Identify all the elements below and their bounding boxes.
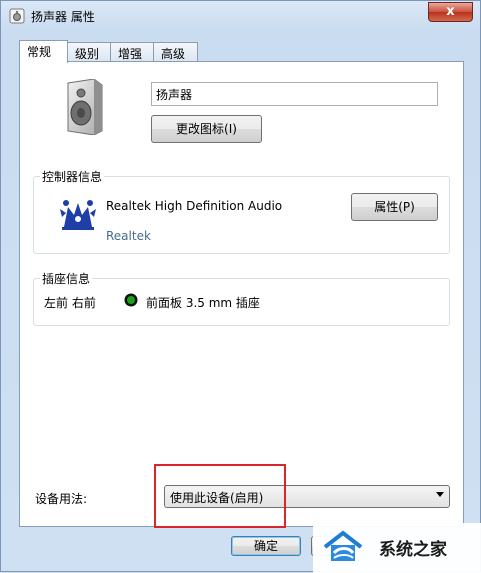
title-bar[interactable]: 扬声器 属性 x (1, 1, 481, 31)
speaker-title-icon (9, 8, 25, 24)
device-name-input[interactable]: 扬声器 (151, 82, 438, 106)
controller-info-label: 控制器信息 (40, 168, 105, 185)
house-logo-icon (323, 530, 363, 561)
red-highlight-box (154, 464, 286, 528)
jack-info-label: 插座信息 (40, 270, 93, 287)
controller-properties-button[interactable]: 属性(P) (351, 193, 438, 221)
tab-advanced[interactable]: 高级 (153, 42, 198, 61)
window-title: 扬声器 属性 (31, 10, 95, 24)
jack-color-indicator-icon (124, 293, 138, 307)
device-usage-label: 设备用法: (35, 492, 88, 506)
device-name-value: 扬声器 (156, 88, 193, 102)
realtek-logo-icon (60, 200, 96, 230)
tab-label: 常规 (27, 45, 52, 59)
tab-enhancements[interactable]: 增强 (110, 42, 154, 61)
ok-label: 确定 (253, 539, 278, 553)
tab-label: 高级 (161, 47, 186, 61)
properties-dialog: 扬声器 属性 x 常规 级别 增强 高级 扬声器 更改图标(I) 控制器信息 R… (0, 0, 481, 573)
general-tab-panel: 扬声器 更改图标(I) 控制器信息 Realtek High Definitio… (19, 61, 464, 528)
tab-label: 级别 (75, 47, 100, 61)
speaker-device-icon (67, 79, 103, 135)
close-icon: x (446, 4, 455, 19)
tab-general[interactable]: 常规 (19, 40, 68, 63)
controller-name: Realtek High Definition Audio (106, 199, 283, 213)
properties-label: 属性(P) (374, 200, 415, 214)
change-icon-label: 更改图标(I) (176, 122, 237, 136)
close-button[interactable]: x (428, 2, 473, 22)
change-icon-button[interactable]: 更改图标(I) (151, 115, 262, 143)
ok-button[interactable]: 确定 (231, 536, 301, 556)
watermark-text: 系统之家 (379, 540, 447, 560)
tab-levels[interactable]: 级别 (67, 42, 111, 61)
tab-label: 增强 (118, 47, 143, 61)
jack-location: 前面板 3.5 mm 插座 (146, 296, 260, 310)
jack-channels: 左前 右前 (44, 296, 96, 310)
dropdown-arrow-icon (436, 492, 444, 497)
controller-vendor-link[interactable]: Realtek (106, 229, 151, 243)
watermark-overlay: 系统之家 (313, 523, 481, 573)
